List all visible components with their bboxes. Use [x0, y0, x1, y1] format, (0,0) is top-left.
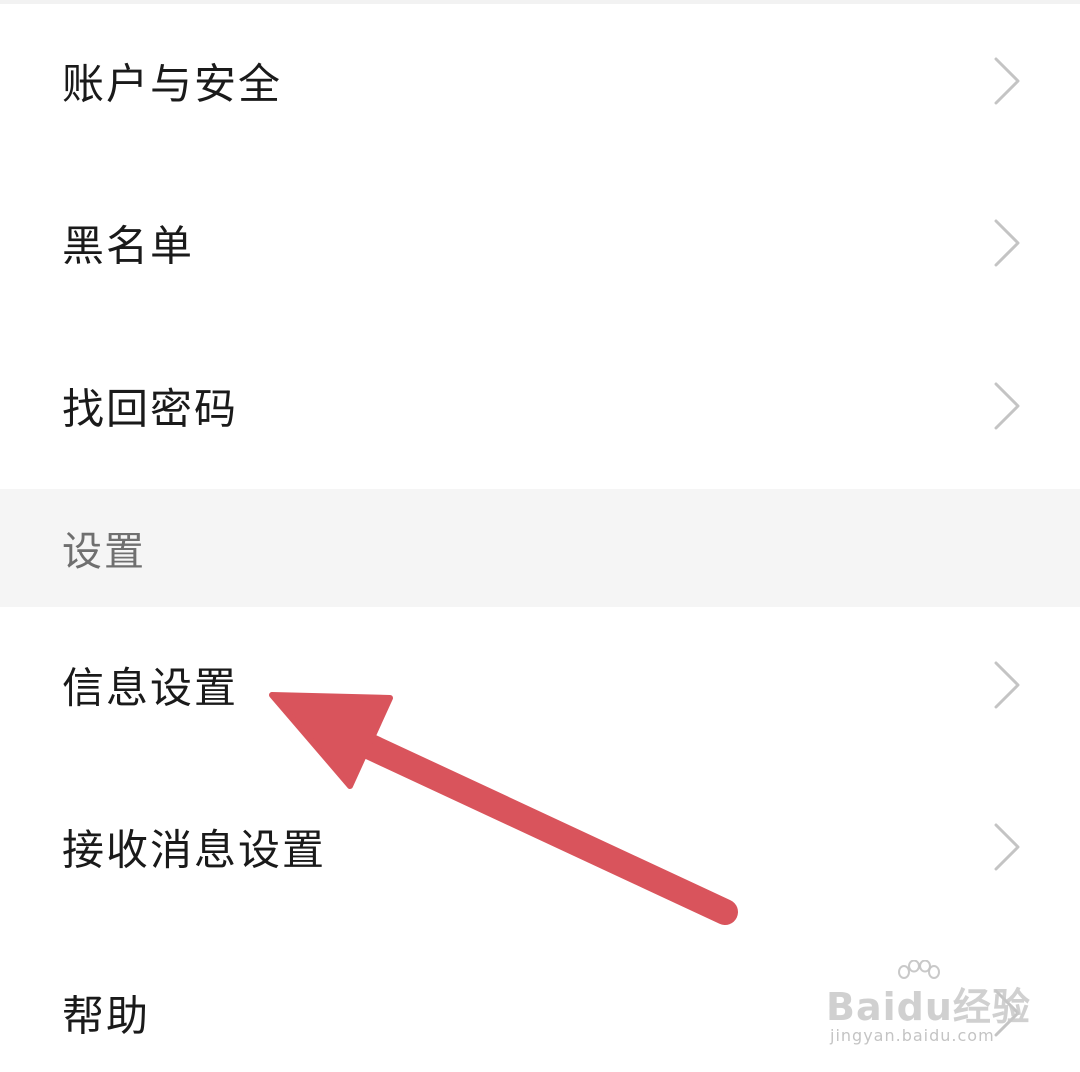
chevron-right-icon: [994, 823, 1020, 871]
chevron-right-icon: [994, 661, 1020, 709]
settings-item-account-security[interactable]: 账户与安全: [0, 6, 1080, 156]
top-divider: [0, 0, 1080, 4]
settings-item-label: 接收消息设置: [62, 825, 327, 875]
settings-item-label: 找回密码: [62, 384, 239, 434]
settings-item-blacklist[interactable]: 黑名单: [0, 168, 1080, 318]
chevron-right-icon: [994, 989, 1020, 1037]
settings-item-label: 账户与安全: [62, 59, 283, 109]
settings-item-recover-password[interactable]: 找回密码: [0, 331, 1080, 481]
section-header-settings: 设置: [0, 489, 1080, 607]
section-header-label: 设置: [62, 529, 146, 575]
settings-item-receive-message-settings[interactable]: 接收消息设置: [0, 772, 1080, 922]
settings-item-label: 黑名单: [62, 221, 195, 271]
settings-item-info-settings[interactable]: 信息设置: [0, 610, 1080, 760]
settings-item-help[interactable]: 帮助: [0, 938, 1080, 1072]
settings-item-label: 帮助: [62, 991, 151, 1041]
chevron-right-icon: [994, 57, 1020, 105]
settings-screen: 账户与安全 黑名单 找回密码 设置 信息设置 接收消息设置 帮助 Baidu经验…: [0, 0, 1080, 1072]
chevron-right-icon: [994, 219, 1020, 267]
settings-item-label: 信息设置: [62, 663, 239, 713]
chevron-right-icon: [994, 382, 1020, 430]
